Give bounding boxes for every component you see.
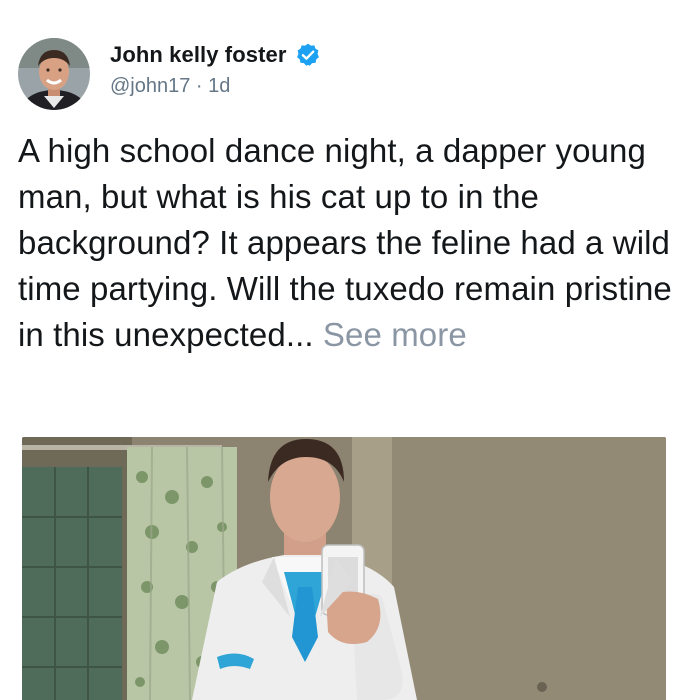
tweet-card: John kelly foster @john17 · 1d A high sc… bbox=[0, 0, 700, 700]
tweet-photo[interactable] bbox=[22, 437, 666, 700]
author-info: John kelly foster @john17 · 1d bbox=[110, 41, 321, 98]
tweet-meta: @john17 · 1d bbox=[110, 75, 321, 98]
tweet-header: John kelly foster @john17 · 1d bbox=[18, 38, 321, 112]
author-handle[interactable]: @john17 bbox=[110, 75, 190, 97]
tweet-timestamp[interactable]: 1d bbox=[208, 75, 230, 97]
display-name-row: John kelly foster bbox=[110, 41, 321, 69]
tweet-text: A high school dance night, a dapper youn… bbox=[18, 128, 688, 358]
verified-badge-icon bbox=[295, 42, 321, 68]
see-more-link[interactable]: See more bbox=[323, 316, 467, 353]
meta-separator: · bbox=[190, 75, 209, 97]
avatar[interactable] bbox=[18, 38, 90, 110]
author-display-name[interactable]: John kelly foster bbox=[110, 42, 287, 68]
